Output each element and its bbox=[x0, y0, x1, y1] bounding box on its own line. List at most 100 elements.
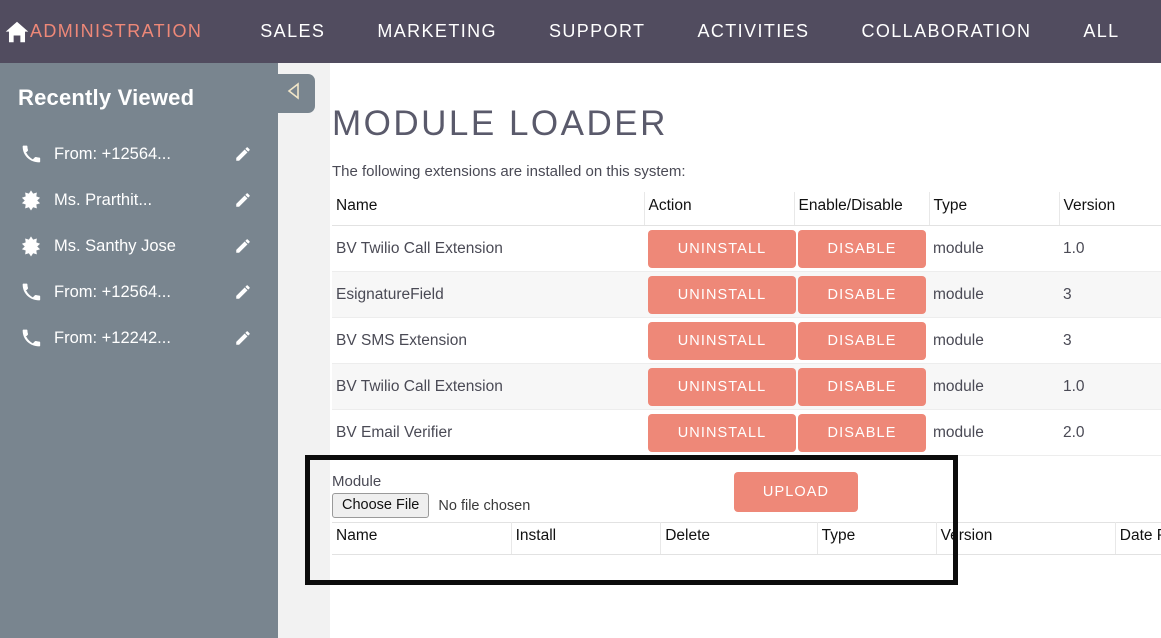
cell-enable-disable: DISABLE bbox=[794, 363, 929, 410]
cell-action: UNINSTALL bbox=[644, 225, 796, 272]
list-item[interactable]: From: +12564... bbox=[0, 269, 278, 315]
home-icon bbox=[4, 19, 30, 45]
starburst-icon bbox=[18, 233, 44, 259]
cell-version: 3 bbox=[1059, 317, 1161, 364]
cell-action: UNINSTALL bbox=[644, 363, 796, 410]
disable-button[interactable]: DISABLE bbox=[798, 321, 926, 360]
nav-item-all[interactable]: ALL bbox=[1083, 21, 1119, 42]
nav-item-collaboration[interactable]: COLLABORATION bbox=[861, 21, 1031, 42]
list-item-label: From: +12242... bbox=[54, 328, 171, 347]
pencil-icon[interactable] bbox=[232, 235, 254, 257]
module-upload-panel: Module Choose File No file chosen UPLOAD… bbox=[330, 460, 1161, 595]
nav-label-administration: ADMINISTRATION bbox=[30, 21, 203, 41]
nav-label-all: ALL bbox=[1083, 21, 1120, 41]
sidebar-title: Recently Viewed bbox=[18, 85, 195, 110]
cell-type: module bbox=[929, 225, 1059, 272]
sidebar-collapse-button[interactable] bbox=[275, 74, 315, 113]
top-navigation-bar: ADMINISTRATION SALES MARKETING SUPPORT A… bbox=[0, 0, 1161, 63]
column-header-enable-disable: Enable/Disable bbox=[794, 192, 930, 226]
column-header-date-published: Date Published bbox=[1115, 522, 1161, 555]
page-subtitle: The following extensions are installed o… bbox=[332, 163, 686, 180]
recently-viewed-list: From: +12564... Ms. Prarthit... Ms. Sant… bbox=[0, 131, 278, 361]
nav-item-administration[interactable]: ADMINISTRATION bbox=[30, 21, 202, 42]
nav-item-marketing[interactable]: MARKETING bbox=[377, 21, 497, 42]
cell-name: BV Twilio Call Extension bbox=[332, 225, 644, 272]
pencil-icon[interactable] bbox=[232, 281, 254, 303]
list-item-label: Ms. Prarthit... bbox=[54, 190, 153, 209]
cell-enable-disable: DISABLE bbox=[794, 271, 929, 318]
pencil-icon[interactable] bbox=[232, 189, 254, 211]
column-header-type: Type bbox=[929, 192, 1060, 226]
nav-label-support: SUPPORT bbox=[548, 21, 646, 41]
uninstall-button[interactable]: UNINSTALL bbox=[648, 413, 796, 452]
nav-label-activities: ACTIVITIES bbox=[697, 21, 810, 41]
table-row-empty bbox=[332, 554, 1161, 595]
list-item-label: From: +12564... bbox=[54, 282, 171, 301]
cell-action: UNINSTALL bbox=[644, 409, 796, 456]
nav-item-support[interactable]: SUPPORT bbox=[549, 21, 646, 42]
module-upload-row: Module Choose File No file chosen UPLOAD bbox=[330, 460, 1161, 522]
home-button[interactable] bbox=[0, 0, 30, 63]
cell-version: 1.0 bbox=[1059, 225, 1161, 272]
list-item-label: Ms. Santhy Jose bbox=[54, 236, 176, 255]
cell-enable-disable: DISABLE bbox=[794, 317, 929, 364]
choose-file-button[interactable]: Choose File bbox=[332, 493, 430, 519]
cell-name: BV SMS Extension bbox=[332, 317, 644, 364]
uninstall-button[interactable]: UNINSTALL bbox=[648, 275, 796, 314]
pencil-icon[interactable] bbox=[232, 327, 254, 349]
cell-version: 1.0 bbox=[1059, 363, 1161, 410]
sidebar: Recently Viewed From: +12564... Ms. Prar… bbox=[0, 63, 278, 638]
uploaded-modules-table: Name Install Delete Type Version Date Pu… bbox=[332, 522, 1161, 595]
upload-button[interactable]: UPLOAD bbox=[734, 472, 858, 512]
disable-button[interactable]: DISABLE bbox=[798, 229, 926, 268]
uploaded-modules-table-head: Name Install Delete Type Version Date Pu… bbox=[332, 522, 1161, 555]
cell-type: module bbox=[929, 409, 1059, 456]
uninstall-button[interactable]: UNINSTALL bbox=[648, 367, 796, 406]
list-item[interactable]: From: +12242... bbox=[0, 315, 278, 361]
module-loader-page: ADMINISTRATION SALES MARKETING SUPPORT A… bbox=[0, 0, 1161, 638]
table-row: BV Twilio Call Extension UNINSTALL DISAB… bbox=[332, 363, 1161, 410]
nav-item-activities[interactable]: ACTIVITIES bbox=[697, 21, 809, 42]
cell-type: module bbox=[929, 363, 1059, 410]
top-nav-items: ADMINISTRATION SALES MARKETING SUPPORT A… bbox=[30, 0, 1161, 63]
content-gutter bbox=[278, 63, 330, 638]
table-row: BV Twilio Call Extension UNINSTALL DISAB… bbox=[332, 225, 1161, 272]
uploaded-modules-table-body bbox=[332, 554, 1161, 595]
uninstall-button[interactable]: UNINSTALL bbox=[648, 229, 796, 268]
nav-label-sales: SALES bbox=[260, 21, 326, 41]
pencil-icon[interactable] bbox=[232, 143, 254, 165]
uninstall-button[interactable]: UNINSTALL bbox=[648, 321, 796, 360]
extensions-table: Name Action Enable/Disable Type Version … bbox=[332, 192, 1161, 456]
column-header-install: Install bbox=[511, 522, 662, 555]
phone-icon bbox=[18, 279, 44, 305]
cell-name: BV Email Verifier bbox=[332, 409, 644, 456]
phone-icon bbox=[18, 325, 44, 351]
list-item[interactable]: Ms. Santhy Jose bbox=[0, 223, 278, 269]
extensions-table-head: Name Action Enable/Disable Type Version bbox=[332, 192, 1161, 226]
nav-item-sales[interactable]: SALES bbox=[260, 21, 325, 42]
disable-button[interactable]: DISABLE bbox=[798, 413, 926, 452]
cell-enable-disable: DISABLE bbox=[794, 409, 929, 456]
cell-version: 2.0 bbox=[1059, 409, 1161, 456]
column-header-name: Name bbox=[332, 522, 512, 555]
column-header-type: Type bbox=[817, 522, 937, 555]
triangle-left-icon bbox=[285, 81, 305, 106]
column-header-name: Name bbox=[332, 192, 645, 226]
cell-enable-disable: DISABLE bbox=[794, 225, 929, 272]
cell-type: module bbox=[929, 317, 1059, 364]
cell-name: EsignatureField bbox=[332, 271, 644, 318]
column-header-version: Version bbox=[1059, 192, 1161, 226]
disable-button[interactable]: DISABLE bbox=[798, 367, 926, 406]
disable-button[interactable]: DISABLE bbox=[798, 275, 926, 314]
extensions-table-container: Name Action Enable/Disable Type Version … bbox=[332, 192, 1161, 495]
column-header-delete: Delete bbox=[660, 522, 818, 555]
list-item[interactable]: Ms. Prarthit... bbox=[0, 177, 278, 223]
table-header-row: Name Action Enable/Disable Type Version bbox=[332, 192, 1161, 226]
table-header-row: Name Install Delete Type Version Date Pu… bbox=[332, 522, 1161, 555]
column-header-version: Version bbox=[936, 522, 1116, 555]
starburst-icon bbox=[18, 187, 44, 213]
cell-name: BV Twilio Call Extension bbox=[332, 363, 644, 410]
file-status-text: No file chosen bbox=[438, 497, 531, 514]
list-item[interactable]: From: +12564... bbox=[0, 131, 278, 177]
page-title: MODULE LOADER bbox=[332, 104, 668, 143]
